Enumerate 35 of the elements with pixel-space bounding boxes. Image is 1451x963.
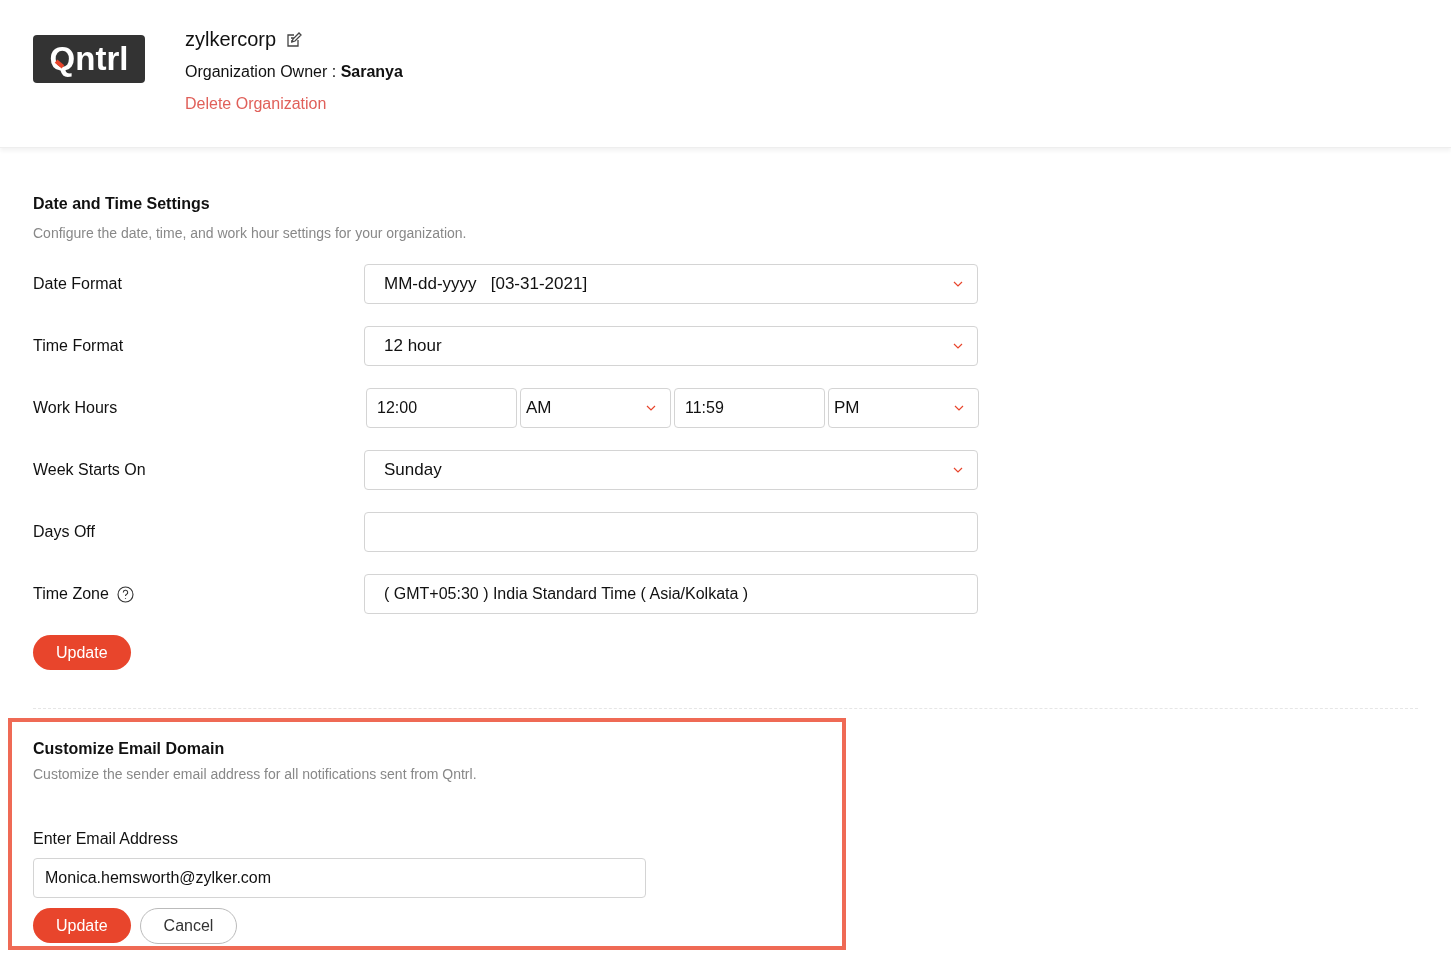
dropdown[interactable]: 12 hour xyxy=(364,326,978,366)
dropdown[interactable]: Sunday xyxy=(364,450,978,490)
organization-owner: Organization Owner : Saranya xyxy=(185,63,403,81)
section-title: Date and Time Settings xyxy=(33,195,211,213)
field-label: Time Zone xyxy=(33,585,109,603)
section-title: Customize Email Domain xyxy=(33,740,226,758)
input-field[interactable]: ( GMT+05:30 ) India Standard Time ( Asia/Kolkata ) xyxy=(364,574,978,614)
field-label: Days Off xyxy=(33,523,95,541)
chevron-down-icon xyxy=(954,405,964,411)
chevron-down-icon xyxy=(953,343,963,349)
help-icon[interactable] xyxy=(116,585,134,603)
chevron-down-icon xyxy=(646,405,656,411)
field-label: Date Format xyxy=(33,275,122,293)
delete-organization-link[interactable]: Delete Organization xyxy=(185,95,403,113)
section-description: Configure the date, time, and work hour settings for your organization. xyxy=(33,225,468,241)
section-description: Customize the sender email address for all notifications sent from Qntrl. xyxy=(33,766,478,782)
email-input[interactable]: Monica.hemsworth@zylker.com xyxy=(33,858,646,898)
input-field[interactable] xyxy=(364,512,978,552)
field-label: Enter Email Address xyxy=(33,830,179,848)
field-label: Time Format xyxy=(33,337,124,355)
cancel-button[interactable]: Cancel xyxy=(139,908,238,944)
input-field[interactable]: 12:00 xyxy=(366,388,517,428)
dropdown[interactable]: AM xyxy=(520,388,671,428)
dropdown[interactable]: MM-dd-yyyy [03-31-2021] xyxy=(364,264,978,304)
dropdown[interactable]: PM xyxy=(828,388,979,428)
edit-icon[interactable] xyxy=(286,31,303,48)
logo: Qntrl xyxy=(33,35,145,83)
organization-name: zylkercorp xyxy=(185,28,277,51)
chevron-down-icon xyxy=(953,467,963,473)
update-button[interactable]: Update xyxy=(33,635,131,670)
input-field[interactable]: 11:59 xyxy=(674,388,825,428)
chevron-down-icon xyxy=(953,281,963,287)
field-label: Work Hours xyxy=(33,399,118,417)
update-button[interactable]: Update xyxy=(33,908,131,943)
field-label: Week Starts On xyxy=(33,461,146,479)
